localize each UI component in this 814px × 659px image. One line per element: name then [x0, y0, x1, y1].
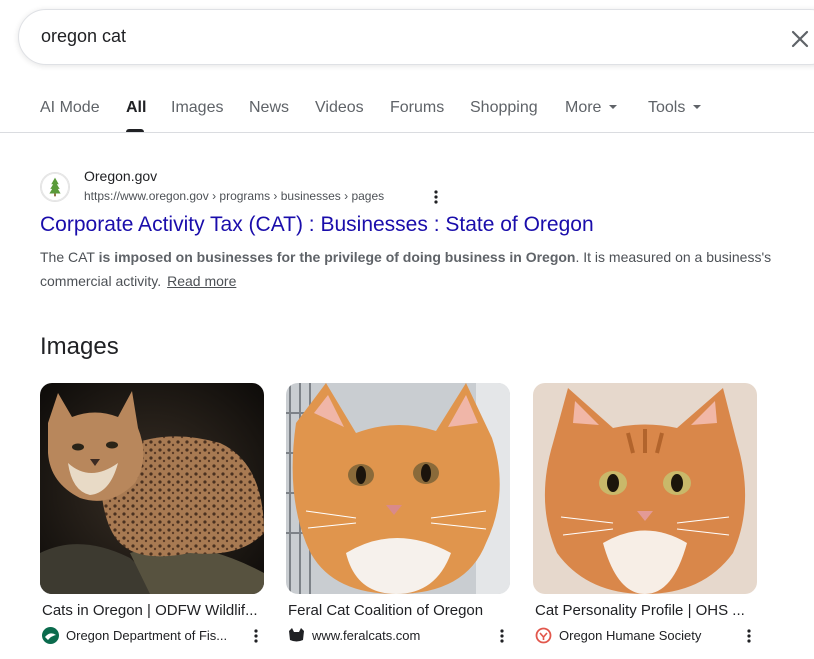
result-url: https://www.oregon.gov › programs › busi… [84, 189, 385, 203]
oregon-tree-favicon-icon [40, 172, 70, 202]
more-options-icon[interactable] [253, 628, 259, 644]
image-card-source-name: Oregon Humane Society [559, 628, 702, 643]
tab-tools[interactable]: Tools [648, 99, 702, 117]
image-card-source-name: Oregon Department of Fis... [66, 628, 228, 643]
result-site-name: Oregon.gov [84, 168, 158, 184]
image-card-source-name: www.feralcats.com [312, 628, 421, 643]
image-card-title[interactable]: Feral Cat Coalition of Oregon [288, 602, 510, 619]
active-tab-indicator [126, 129, 144, 132]
more-options-icon[interactable] [499, 628, 505, 644]
read-more-link[interactable]: Read more [167, 273, 236, 289]
snippet-highlight: is imposed on businesses for the privile… [98, 249, 576, 265]
image-card-source: Oregon Department of Fis... [42, 627, 242, 644]
bobcat-image[interactable] [40, 383, 264, 594]
image-card-source: Oregon Humane Society [535, 627, 735, 644]
search-tabs: AI Mode All Images News Videos Forums Sh… [0, 88, 814, 133]
ohs-logo-icon [535, 627, 552, 644]
image-card[interactable]: Feral Cat Coalition of Oregon www.feralc… [286, 383, 510, 643]
more-options-icon[interactable] [746, 628, 752, 644]
tab-news[interactable]: News [249, 99, 289, 117]
tab-images[interactable]: Images [171, 99, 223, 117]
search-bar [18, 9, 814, 65]
tab-videos[interactable]: Videos [315, 99, 364, 117]
image-card-source: www.feralcats.com [288, 627, 488, 644]
orange-tabby-image[interactable] [533, 383, 757, 594]
result-snippet: The CAT is imposed on businesses for the… [40, 245, 780, 293]
snippet-text: The CAT [40, 249, 99, 265]
close-icon[interactable] [791, 30, 809, 48]
caret-down-icon [609, 105, 618, 109]
caret-down-icon [693, 105, 702, 109]
odfw-logo-icon [42, 627, 59, 644]
tab-ai-mode[interactable]: AI Mode [40, 99, 100, 117]
tab-shopping[interactable]: Shopping [470, 99, 538, 117]
image-card[interactable]: Cat Personality Profile | OHS ... Oregon… [533, 383, 757, 644]
image-card[interactable]: Cats in Oregon | ODFW Wildlif... Oregon … [40, 383, 264, 644]
orange-kitten-image[interactable] [286, 383, 510, 594]
tab-forums[interactable]: Forums [390, 99, 444, 117]
search-input[interactable] [41, 26, 641, 47]
tab-all[interactable]: All [126, 99, 146, 117]
cat-silhouette-icon [289, 628, 304, 642]
tab-more[interactable]: More [565, 99, 618, 117]
images-heading: Images [40, 333, 119, 360]
image-card-title[interactable]: Cat Personality Profile | OHS ... [535, 602, 757, 619]
more-options-icon[interactable] [433, 189, 439, 205]
result-title-link[interactable]: Corporate Activity Tax (CAT) : Businesse… [40, 213, 594, 237]
tab-tools-label: Tools [648, 99, 686, 116]
image-card-title[interactable]: Cats in Oregon | ODFW Wildlif... [42, 602, 264, 619]
tab-more-label: More [565, 99, 602, 116]
